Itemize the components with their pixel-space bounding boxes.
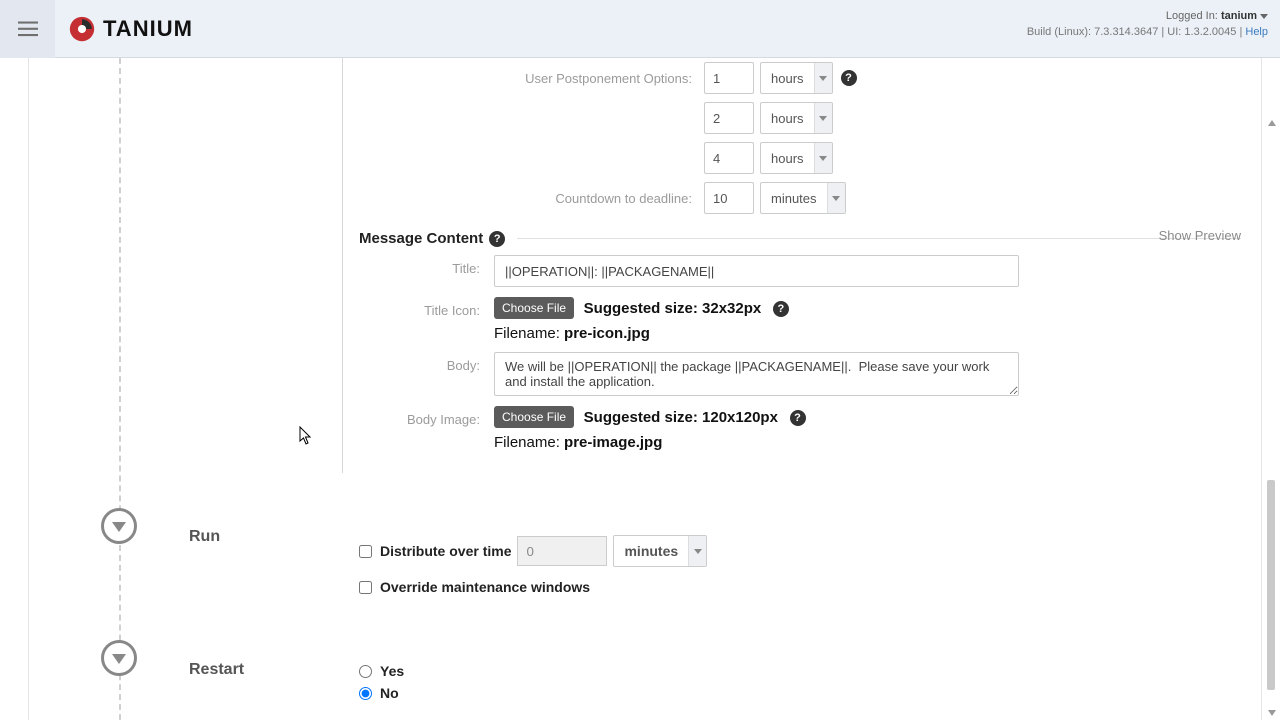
postponement-label: User Postponement Options: [359, 71, 704, 86]
restart-options: Yes No [359, 663, 404, 707]
content-panel: User Postponement Options: hours ? hours [28, 58, 1262, 720]
postponement-value-1[interactable] [704, 62, 754, 94]
choose-file-button[interactable]: Choose File [494, 406, 574, 428]
override-label: Override maintenance windows [380, 579, 590, 595]
scroll-thumb[interactable] [1267, 480, 1275, 690]
restart-yes-label: Yes [380, 663, 404, 679]
message-content-title: Message Content [359, 230, 483, 247]
chevron-down-icon [1260, 14, 1268, 19]
header-right: Logged In: tanium Build (Linux): 7.3.314… [1027, 10, 1268, 38]
postponement-value-3[interactable] [704, 142, 754, 174]
body-textarea[interactable] [494, 352, 1019, 396]
chevron-down-icon [814, 103, 832, 133]
top-bar: TANIUM Logged In: tanium Build (Linux): … [0, 0, 1280, 58]
filename-label: Filename: [494, 434, 564, 451]
chevron-down-icon [814, 63, 832, 93]
body-image-label: Body Image: [359, 406, 494, 427]
logged-in-label: Logged In: [1166, 10, 1218, 22]
brand-mark-icon [69, 16, 95, 42]
scroll-down-icon[interactable] [1268, 710, 1276, 716]
menu-toggle[interactable] [0, 0, 55, 58]
countdown-unit[interactable]: minutes [760, 182, 846, 214]
distribute-value[interactable] [517, 536, 607, 566]
brand-logo[interactable]: TANIUM [69, 16, 193, 42]
restart-no-radio[interactable] [359, 687, 372, 700]
title-icon-filename: pre-icon.jpg [564, 325, 650, 342]
title-label: Title: [359, 255, 494, 276]
help-icon[interactable]: ? [841, 70, 857, 86]
hamburger-icon [18, 21, 38, 37]
distribute-label: Distribute over time [380, 543, 511, 559]
restart-yes-radio[interactable] [359, 665, 372, 678]
distribute-unit[interactable]: minutes [613, 535, 707, 567]
countdown-value[interactable] [704, 182, 754, 214]
run-step-title: Run [189, 528, 220, 546]
show-preview-link[interactable]: Show Preview [1159, 228, 1241, 243]
help-link[interactable]: Help [1245, 26, 1268, 38]
run-options: Distribute over time minutes Override ma… [359, 535, 707, 607]
help-icon[interactable]: ? [773, 301, 789, 317]
scroll-up-icon[interactable] [1268, 120, 1276, 126]
countdown-label: Countdown to deadline: [359, 191, 704, 206]
choose-file-button[interactable]: Choose File [494, 297, 574, 319]
restart-step-icon [101, 640, 137, 676]
chevron-down-icon [827, 183, 845, 213]
override-checkbox[interactable] [359, 581, 372, 594]
body-image-hint: Suggested size: 120x120px [584, 409, 778, 426]
filename-label: Filename: [494, 325, 564, 342]
brand-name: TANIUM [103, 16, 193, 42]
user-menu[interactable]: tanium [1221, 10, 1268, 22]
restart-no-label: No [380, 685, 399, 701]
help-icon[interactable]: ? [489, 231, 505, 247]
body-label: Body: [359, 352, 494, 373]
build-info: Build (Linux): 7.3.314.3647 | UI: 1.3.2.… [1027, 26, 1246, 38]
postponement-unit-3[interactable]: hours [760, 142, 833, 174]
section-divider [342, 58, 343, 473]
restart-step-title: Restart [189, 661, 244, 679]
chevron-down-icon [814, 143, 832, 173]
postponement-unit-2[interactable]: hours [760, 102, 833, 134]
timeline-line [119, 58, 121, 720]
scrollbar[interactable] [1267, 120, 1277, 716]
title-icon-label: Title Icon: [359, 297, 494, 318]
title-icon-hint: Suggested size: 32x32px [584, 300, 762, 317]
run-step-icon [101, 508, 137, 544]
distribute-checkbox[interactable] [359, 545, 372, 558]
title-input[interactable] [494, 255, 1019, 287]
help-icon[interactable]: ? [790, 410, 806, 426]
postponement-unit-1[interactable]: hours [760, 62, 833, 94]
chevron-down-icon [688, 536, 706, 566]
body-image-filename: pre-image.jpg [564, 434, 662, 451]
postponement-value-2[interactable] [704, 102, 754, 134]
